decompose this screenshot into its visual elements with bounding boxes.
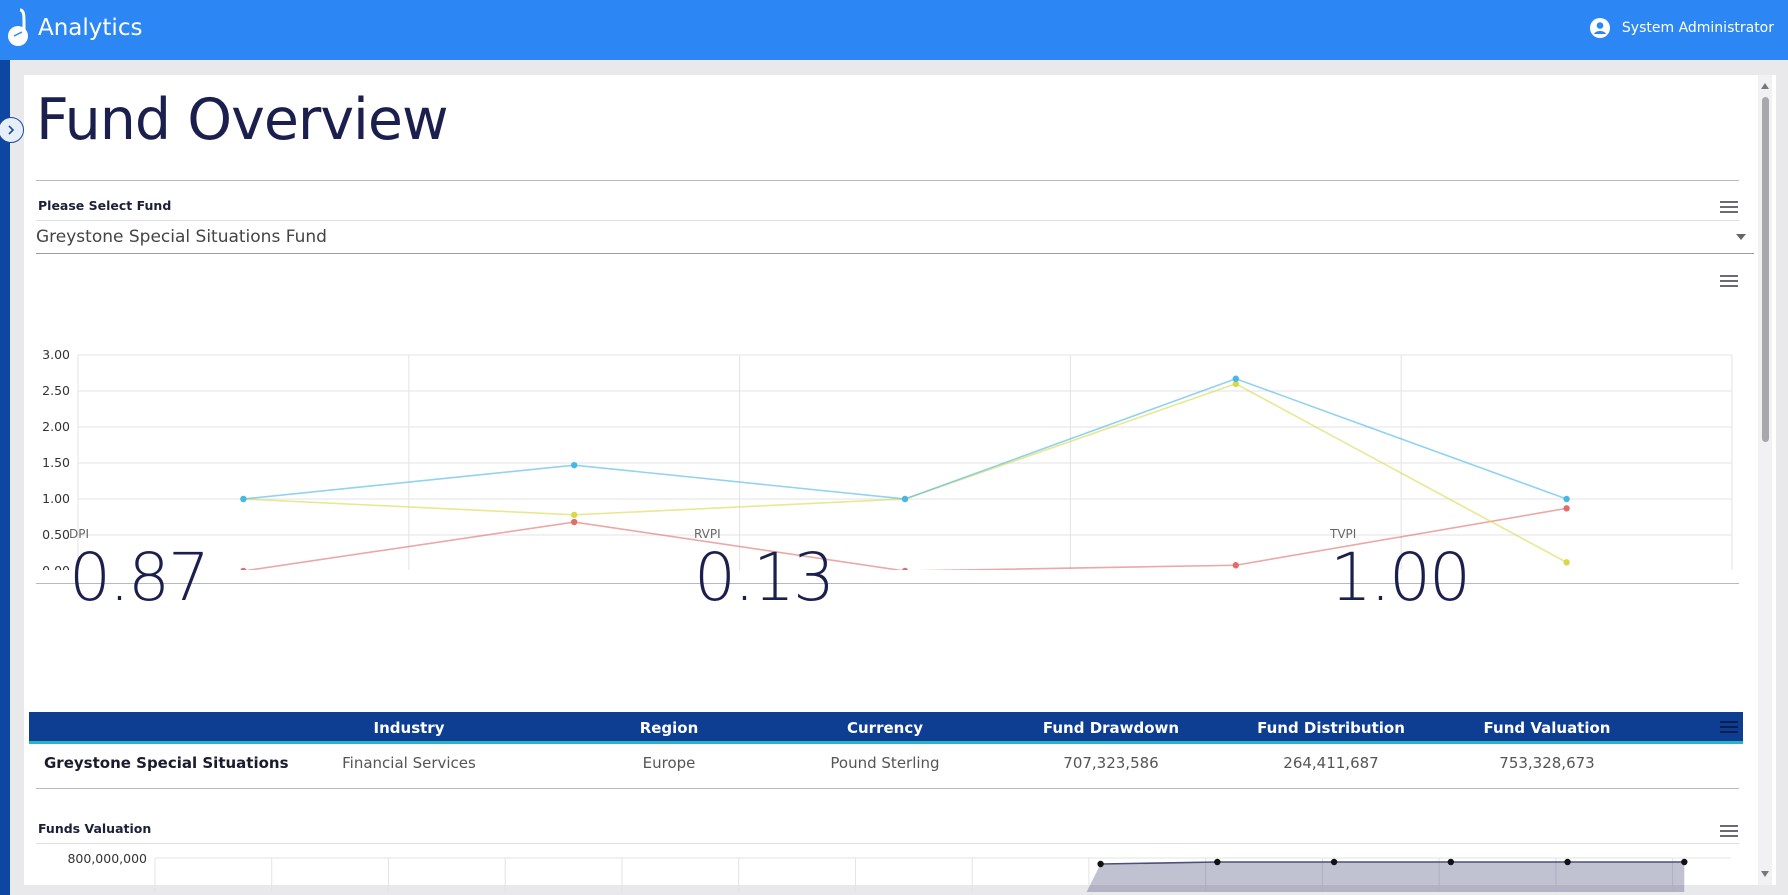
top-bar: Analytics System Administrator — [0, 0, 1788, 60]
user-menu[interactable]: System Administrator — [1589, 18, 1774, 38]
kpi-line-chart: 0.000.501.001.502.002.503.00201520162017… — [42, 347, 1733, 570]
kpi-value: 1.00 — [1330, 539, 1471, 616]
chevron-down-icon — [1736, 234, 1746, 240]
kpi-dpi: DPI 0.87 — [69, 527, 210, 616]
fund-select[interactable]: Greystone Special Situations Fund — [36, 221, 1754, 254]
user-name: System Administrator — [1621, 20, 1774, 36]
title-divider — [36, 180, 1739, 181]
fund-select-value: Greystone Special Situations Fund — [36, 227, 327, 247]
y-tick-label: 1.50 — [42, 455, 70, 470]
scroll-down-arrow-icon[interactable] — [1761, 871, 1769, 877]
kpi-rvpi: RVPI 0.13 — [694, 527, 835, 616]
area-fill — [1086, 862, 1685, 892]
data-point-dpi — [901, 567, 909, 570]
chart-divider — [36, 583, 1739, 584]
y-tick-label: 0.00 — [42, 563, 70, 570]
data-point-tvpi — [1232, 375, 1240, 382]
scroll-thumb[interactable] — [1762, 97, 1769, 442]
table-row[interactable]: Greystone Special Situations Financial S… — [29, 744, 1743, 784]
data-point-tvpi — [571, 461, 578, 469]
y-tick-label: 2.00 — [42, 419, 70, 434]
data-point-tvpi — [901, 495, 909, 503]
data-point — [1097, 860, 1104, 868]
funds-valuation-menu-icon[interactable] — [1720, 825, 1738, 839]
page-title: Fund Overview — [36, 87, 449, 153]
column-header[interactable]: Industry — [299, 719, 519, 737]
data-point — [1447, 858, 1455, 866]
column-header[interactable]: Currency — [775, 719, 995, 737]
column-header[interactable]: Region — [559, 719, 779, 737]
chevron-right-icon — [8, 125, 15, 135]
logo-icon[interactable] — [6, 8, 34, 48]
y-tick-label: 3.00 — [42, 347, 70, 362]
data-point — [1681, 858, 1688, 866]
data-point — [1330, 858, 1338, 866]
chart-menu-icon[interactable] — [1720, 275, 1738, 289]
data-point — [1564, 858, 1571, 866]
series-line-tvpi — [243, 377, 1567, 500]
funds-valuation-chart: 800,000,000 — [67, 851, 1731, 892]
scrollbar[interactable] — [1758, 75, 1772, 885]
data-point-dpi — [240, 567, 247, 570]
funds-valuation-label: Funds Valuation — [38, 821, 152, 836]
y-tick-label: 2.50 — [42, 383, 70, 398]
left-sidebar-strip — [0, 60, 10, 895]
data-point-rvpi — [1563, 559, 1570, 566]
column-header[interactable]: Fund Valuation — [1437, 719, 1657, 737]
funds-valuation-rule — [36, 843, 1739, 844]
table-cell: Pound Sterling — [830, 754, 940, 772]
sidebar-toggle-button[interactable] — [0, 117, 24, 143]
data-point-dpi — [571, 518, 578, 526]
table-cell: 264,411,687 — [1283, 754, 1379, 772]
data-point-rvpi — [571, 511, 578, 519]
fund-selector-label: Please Select Fund — [38, 198, 172, 213]
data-point-tvpi — [240, 495, 247, 503]
user-account-icon — [1589, 18, 1610, 38]
column-header[interactable]: Fund Distribution — [1221, 719, 1441, 737]
fund-summary-table: Industry Region Currency Fund Drawdown F… — [29, 712, 1743, 784]
kpi-tvpi: TVPI 1.00 — [1330, 527, 1471, 616]
app-title: Analytics — [38, 15, 143, 41]
data-point-tvpi — [1563, 495, 1570, 503]
data-point-dpi — [1563, 505, 1570, 512]
scroll-up-arrow-icon[interactable] — [1761, 83, 1769, 89]
table-header: Industry Region Currency Fund Drawdown F… — [29, 712, 1743, 744]
table-cell: Europe — [642, 754, 696, 772]
table-cell: 753,328,673 — [1499, 754, 1595, 772]
table-cell: Financial Services — [342, 754, 476, 772]
table-cell: Greystone Special Situations — [44, 754, 289, 772]
data-point — [1214, 858, 1221, 866]
kpi-value: 0.13 — [694, 539, 835, 616]
table-cell: 707,323,586 — [1063, 754, 1159, 772]
column-header[interactable]: Fund Drawdown — [1001, 719, 1221, 737]
y-tick-label: 0.50 — [42, 527, 70, 542]
y-tick-label: 1.00 — [42, 491, 70, 506]
data-point-dpi — [1232, 562, 1240, 569]
table-divider — [36, 788, 1739, 789]
kpi-value: 0.87 — [69, 539, 210, 616]
y-tick-label: 800,000,000 — [67, 851, 147, 866]
fund-selector-menu-icon[interactable] — [1720, 201, 1738, 215]
table-menu-icon[interactable] — [1720, 721, 1738, 735]
